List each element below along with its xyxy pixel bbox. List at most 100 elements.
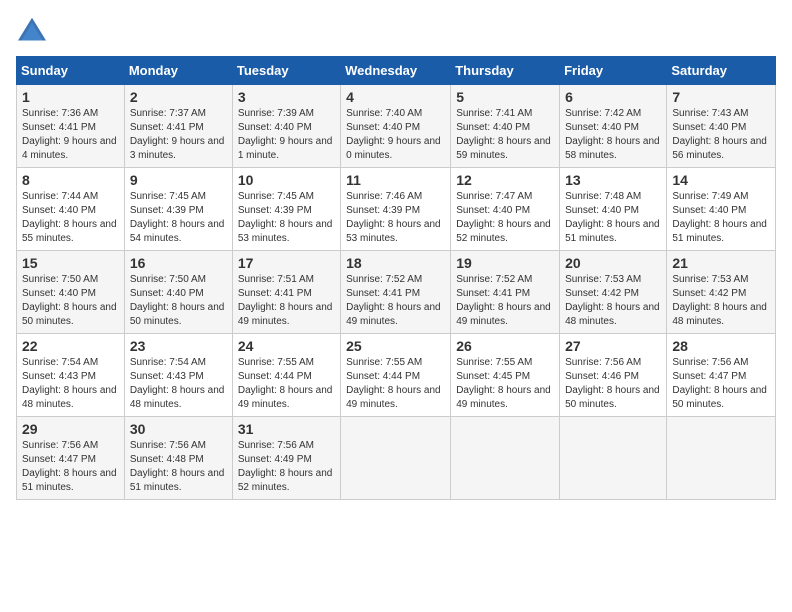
logo-icon (16, 16, 48, 44)
day-number: 15 (22, 255, 119, 271)
calendar-cell: 22 Sunrise: 7:54 AMSunset: 4:43 PMDaylig… (17, 334, 125, 417)
day-number: 4 (346, 89, 445, 105)
calendar-cell: 4 Sunrise: 7:40 AMSunset: 4:40 PMDayligh… (341, 85, 451, 168)
calendar-cell: 12 Sunrise: 7:47 AMSunset: 4:40 PMDaylig… (451, 168, 560, 251)
calendar-row-1: 8 Sunrise: 7:44 AMSunset: 4:40 PMDayligh… (17, 168, 776, 251)
day-info: Sunrise: 7:48 AMSunset: 4:40 PMDaylight:… (565, 190, 661, 246)
calendar-row-2: 15 Sunrise: 7:50 AMSunset: 4:40 PMDaylig… (17, 251, 776, 334)
day-number: 24 (238, 338, 335, 354)
calendar-cell: 30 Sunrise: 7:56 AMSunset: 4:48 PMDaylig… (124, 417, 232, 500)
header-wednesday: Wednesday (341, 57, 451, 85)
calendar-cell (451, 417, 560, 500)
day-info: Sunrise: 7:52 AMSunset: 4:41 PMDaylight:… (346, 273, 445, 329)
calendar-row-3: 22 Sunrise: 7:54 AMSunset: 4:43 PMDaylig… (17, 334, 776, 417)
calendar-table: SundayMondayTuesdayWednesdayThursdayFrid… (16, 56, 776, 500)
calendar-cell: 26 Sunrise: 7:55 AMSunset: 4:45 PMDaylig… (451, 334, 560, 417)
day-number: 20 (565, 255, 661, 271)
day-number: 14 (672, 172, 770, 188)
day-info: Sunrise: 7:46 AMSunset: 4:39 PMDaylight:… (346, 190, 445, 246)
calendar-cell: 18 Sunrise: 7:52 AMSunset: 4:41 PMDaylig… (341, 251, 451, 334)
calendar-cell: 11 Sunrise: 7:46 AMSunset: 4:39 PMDaylig… (341, 168, 451, 251)
day-number: 31 (238, 421, 335, 437)
header-thursday: Thursday (451, 57, 560, 85)
day-info: Sunrise: 7:56 AMSunset: 4:46 PMDaylight:… (565, 356, 661, 412)
day-number: 7 (672, 89, 770, 105)
day-number: 9 (130, 172, 227, 188)
day-number: 12 (456, 172, 554, 188)
day-number: 17 (238, 255, 335, 271)
calendar-cell: 5 Sunrise: 7:41 AMSunset: 4:40 PMDayligh… (451, 85, 560, 168)
day-info: Sunrise: 7:55 AMSunset: 4:45 PMDaylight:… (456, 356, 554, 412)
header-tuesday: Tuesday (232, 57, 340, 85)
calendar-cell: 29 Sunrise: 7:56 AMSunset: 4:47 PMDaylig… (17, 417, 125, 500)
day-number: 10 (238, 172, 335, 188)
day-info: Sunrise: 7:51 AMSunset: 4:41 PMDaylight:… (238, 273, 335, 329)
day-info: Sunrise: 7:53 AMSunset: 4:42 PMDaylight:… (672, 273, 770, 329)
calendar-row-0: 1 Sunrise: 7:36 AMSunset: 4:41 PMDayligh… (17, 85, 776, 168)
logo (16, 16, 52, 44)
day-info: Sunrise: 7:37 AMSunset: 4:41 PMDaylight:… (130, 107, 227, 163)
calendar-cell: 13 Sunrise: 7:48 AMSunset: 4:40 PMDaylig… (560, 168, 667, 251)
header-monday: Monday (124, 57, 232, 85)
day-number: 6 (565, 89, 661, 105)
day-info: Sunrise: 7:56 AMSunset: 4:47 PMDaylight:… (672, 356, 770, 412)
day-info: Sunrise: 7:56 AMSunset: 4:49 PMDaylight:… (238, 439, 335, 495)
day-info: Sunrise: 7:50 AMSunset: 4:40 PMDaylight:… (22, 273, 119, 329)
calendar-cell: 31 Sunrise: 7:56 AMSunset: 4:49 PMDaylig… (232, 417, 340, 500)
calendar-cell: 17 Sunrise: 7:51 AMSunset: 4:41 PMDaylig… (232, 251, 340, 334)
day-number: 8 (22, 172, 119, 188)
page-header (16, 16, 776, 44)
calendar-row-4: 29 Sunrise: 7:56 AMSunset: 4:47 PMDaylig… (17, 417, 776, 500)
day-info: Sunrise: 7:55 AMSunset: 4:44 PMDaylight:… (238, 356, 335, 412)
calendar-cell: 9 Sunrise: 7:45 AMSunset: 4:39 PMDayligh… (124, 168, 232, 251)
day-number: 5 (456, 89, 554, 105)
day-info: Sunrise: 7:52 AMSunset: 4:41 PMDaylight:… (456, 273, 554, 329)
header-sunday: Sunday (17, 57, 125, 85)
day-number: 16 (130, 255, 227, 271)
day-number: 1 (22, 89, 119, 105)
day-number: 22 (22, 338, 119, 354)
calendar-cell: 19 Sunrise: 7:52 AMSunset: 4:41 PMDaylig… (451, 251, 560, 334)
day-info: Sunrise: 7:55 AMSunset: 4:44 PMDaylight:… (346, 356, 445, 412)
calendar-cell (560, 417, 667, 500)
day-info: Sunrise: 7:49 AMSunset: 4:40 PMDaylight:… (672, 190, 770, 246)
day-number: 29 (22, 421, 119, 437)
calendar-cell: 25 Sunrise: 7:55 AMSunset: 4:44 PMDaylig… (341, 334, 451, 417)
day-number: 26 (456, 338, 554, 354)
calendar-cell: 1 Sunrise: 7:36 AMSunset: 4:41 PMDayligh… (17, 85, 125, 168)
calendar-cell: 6 Sunrise: 7:42 AMSunset: 4:40 PMDayligh… (560, 85, 667, 168)
calendar-cell: 7 Sunrise: 7:43 AMSunset: 4:40 PMDayligh… (667, 85, 776, 168)
day-number: 25 (346, 338, 445, 354)
day-info: Sunrise: 7:45 AMSunset: 4:39 PMDaylight:… (130, 190, 227, 246)
header-friday: Friday (560, 57, 667, 85)
day-info: Sunrise: 7:56 AMSunset: 4:47 PMDaylight:… (22, 439, 119, 495)
day-number: 3 (238, 89, 335, 105)
day-info: Sunrise: 7:50 AMSunset: 4:40 PMDaylight:… (130, 273, 227, 329)
header-row: SundayMondayTuesdayWednesdayThursdayFrid… (17, 57, 776, 85)
day-info: Sunrise: 7:54 AMSunset: 4:43 PMDaylight:… (22, 356, 119, 412)
calendar-cell: 10 Sunrise: 7:45 AMSunset: 4:39 PMDaylig… (232, 168, 340, 251)
calendar-cell: 14 Sunrise: 7:49 AMSunset: 4:40 PMDaylig… (667, 168, 776, 251)
day-info: Sunrise: 7:47 AMSunset: 4:40 PMDaylight:… (456, 190, 554, 246)
calendar-header: SundayMondayTuesdayWednesdayThursdayFrid… (17, 57, 776, 85)
day-number: 19 (456, 255, 554, 271)
day-number: 30 (130, 421, 227, 437)
calendar-cell: 3 Sunrise: 7:39 AMSunset: 4:40 PMDayligh… (232, 85, 340, 168)
day-number: 11 (346, 172, 445, 188)
calendar-cell: 24 Sunrise: 7:55 AMSunset: 4:44 PMDaylig… (232, 334, 340, 417)
day-number: 18 (346, 255, 445, 271)
day-number: 2 (130, 89, 227, 105)
calendar-cell: 27 Sunrise: 7:56 AMSunset: 4:46 PMDaylig… (560, 334, 667, 417)
day-number: 28 (672, 338, 770, 354)
day-number: 13 (565, 172, 661, 188)
day-info: Sunrise: 7:53 AMSunset: 4:42 PMDaylight:… (565, 273, 661, 329)
day-info: Sunrise: 7:39 AMSunset: 4:40 PMDaylight:… (238, 107, 335, 163)
calendar-cell: 2 Sunrise: 7:37 AMSunset: 4:41 PMDayligh… (124, 85, 232, 168)
day-info: Sunrise: 7:40 AMSunset: 4:40 PMDaylight:… (346, 107, 445, 163)
calendar-cell: 23 Sunrise: 7:54 AMSunset: 4:43 PMDaylig… (124, 334, 232, 417)
day-info: Sunrise: 7:54 AMSunset: 4:43 PMDaylight:… (130, 356, 227, 412)
calendar-cell (341, 417, 451, 500)
day-info: Sunrise: 7:45 AMSunset: 4:39 PMDaylight:… (238, 190, 335, 246)
calendar-cell: 8 Sunrise: 7:44 AMSunset: 4:40 PMDayligh… (17, 168, 125, 251)
day-info: Sunrise: 7:44 AMSunset: 4:40 PMDaylight:… (22, 190, 119, 246)
